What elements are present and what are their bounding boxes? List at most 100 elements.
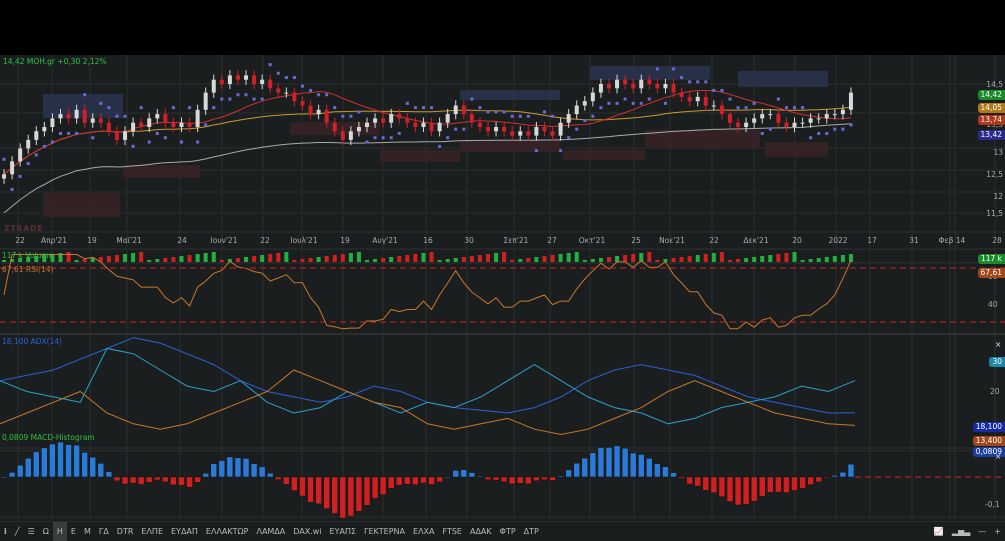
toolbar-item-16[interactable]: ΦΤΡ <box>496 522 520 541</box>
sar-dot <box>478 106 482 110</box>
macd-tick: -0,1 <box>985 500 1000 509</box>
sar-dot <box>309 88 313 92</box>
zoom-in-icon[interactable]: + <box>990 522 1005 541</box>
sar-dot <box>575 127 579 131</box>
sar-dot <box>75 131 79 135</box>
price-tick: 12,5 <box>986 170 1003 179</box>
macd-bar <box>549 476 556 481</box>
draw-line-icon[interactable]: ╱ <box>11 522 24 541</box>
candle-body <box>623 79 628 84</box>
candle-body <box>252 75 257 84</box>
sar-dot <box>42 144 46 148</box>
macd-bar <box>436 476 443 483</box>
volume-bar <box>598 258 603 262</box>
macd-bar <box>476 475 484 478</box>
macd-bar <box>347 476 355 517</box>
toolbar-item-13[interactable]: ΕΛΧΑ <box>409 522 438 541</box>
toolbar-item-8[interactable]: ΕΛΛΑΚΤΩΡ <box>202 522 253 541</box>
volume-bar <box>123 254 128 262</box>
macd-bar <box>710 476 718 493</box>
indicators-icon[interactable]: 📈 <box>930 522 948 541</box>
macd-bar <box>581 457 589 478</box>
candle-body <box>639 79 644 89</box>
toolbar-item-10[interactable]: DAX.wi <box>289 522 325 541</box>
toolbar-item-6[interactable]: ΕΛΠΕ <box>137 522 167 541</box>
volume-bar <box>784 253 789 262</box>
toolbar-item-5[interactable]: DTR <box>113 522 138 541</box>
macd-bar <box>379 476 387 495</box>
volume-bar <box>211 252 216 262</box>
volume-bar <box>348 253 353 262</box>
candle-body <box>784 122 789 127</box>
volume-bar <box>147 260 152 262</box>
volume-bar <box>792 252 797 262</box>
sar-dot <box>542 110 546 114</box>
toolbar-item-17[interactable]: ΔΤΡ <box>520 522 543 541</box>
candle-body <box>736 122 741 127</box>
candle-body <box>671 84 676 93</box>
macd-bar <box>468 472 476 478</box>
sar-dot <box>220 97 224 101</box>
date-tick: 2022 <box>828 236 848 245</box>
macd-bar <box>0 476 8 479</box>
macd-bar <box>331 476 338 514</box>
adx-line <box>0 337 856 414</box>
volume-bar <box>316 257 321 262</box>
candle-body <box>50 118 55 127</box>
candle-body <box>768 114 773 116</box>
candle-body <box>494 127 499 132</box>
toolbar-item-14[interactable]: FTSE <box>439 522 466 541</box>
macd-bar <box>508 476 516 485</box>
volume-bar <box>356 252 361 262</box>
sar-dot <box>809 136 813 140</box>
toolbar-item-7[interactable]: ΕΥΔΑΠ <box>167 522 202 541</box>
sar-dot <box>776 97 780 101</box>
toolbar-item-4[interactable]: ΓΔ <box>95 522 113 541</box>
volume-bar <box>114 255 119 262</box>
macd-bar <box>621 447 629 478</box>
zoom-out-icon[interactable]: — <box>974 522 990 541</box>
volume-bar <box>300 259 305 262</box>
date-tick: 19 <box>87 236 97 245</box>
date-tick: 25 <box>631 236 641 245</box>
toolbar-item-1[interactable]: Η <box>52 521 67 541</box>
candle-body <box>824 114 829 119</box>
macd-bar <box>750 476 758 502</box>
grid-lines-icon[interactable]: ☰ <box>24 522 39 541</box>
macd-bar <box>758 476 766 497</box>
candle-body <box>816 118 821 120</box>
macd-bar <box>839 471 847 478</box>
sar-dot <box>357 110 361 114</box>
chart-canvas[interactable] <box>0 0 1005 540</box>
toolbar-item-15[interactable]: ΑΔΑΚ <box>466 522 496 541</box>
toolbar-item-9[interactable]: ΛΑΜΔΑ <box>252 522 289 541</box>
candle-body <box>284 92 289 94</box>
toolbar-item-3[interactable]: Μ <box>80 522 95 541</box>
macd-bar <box>16 464 24 478</box>
volume-bar <box>437 260 442 262</box>
sar-dot <box>244 93 248 97</box>
close-adx-icon[interactable]: × <box>995 340 1001 349</box>
sar-dot <box>720 88 724 92</box>
macd-bar <box>613 445 621 478</box>
volume-bar <box>365 260 370 262</box>
macd-bar <box>170 476 177 486</box>
candle-body <box>397 114 402 119</box>
price-tick: 13 <box>993 148 1003 157</box>
sar-dot <box>292 76 296 80</box>
candle-body <box>18 148 23 162</box>
volume-bar <box>389 257 394 262</box>
close-macd-icon[interactable]: × <box>995 452 1001 461</box>
info-icon[interactable]: i <box>0 522 11 541</box>
toolbar-item-11[interactable]: ΕΥΑΠΣ <box>326 522 360 541</box>
toolbar-item-2[interactable]: Ε <box>67 522 80 541</box>
sar-dot <box>712 88 716 92</box>
sar-dot <box>647 97 651 101</box>
bar-chart-icon[interactable]: ▂▅▃ <box>948 522 974 541</box>
toolbar-item-12[interactable]: ΓΕΚΤΕΡΝΑ <box>360 522 409 541</box>
toolbar-item-0[interactable]: Ω <box>39 522 53 541</box>
macd-bar <box>646 458 653 478</box>
volume-bar <box>808 259 813 262</box>
macd-bar <box>404 476 411 485</box>
volume-bar <box>695 255 700 262</box>
